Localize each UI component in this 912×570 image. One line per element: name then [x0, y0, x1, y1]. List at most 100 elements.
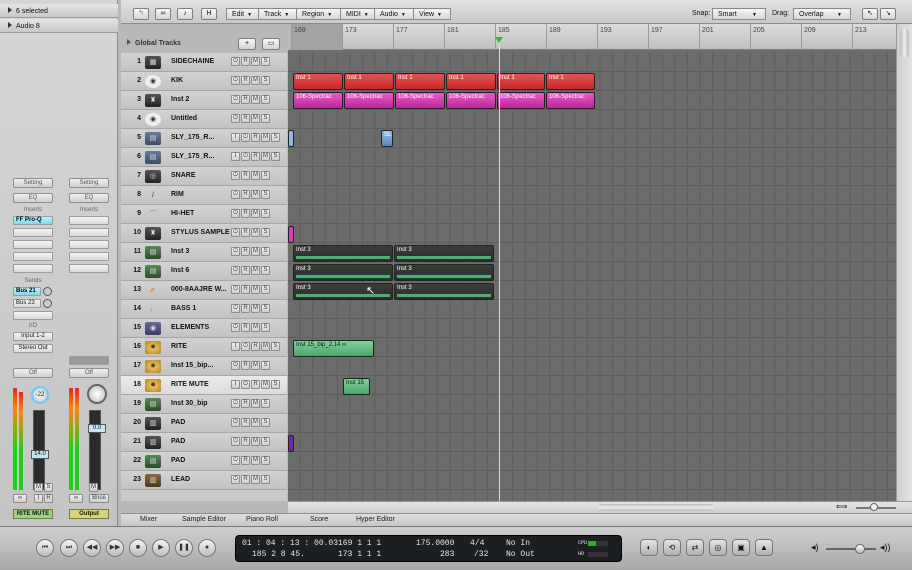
record-button[interactable]: R: [241, 323, 250, 332]
solo-button[interactable]: S: [261, 95, 270, 104]
power-button[interactable]: ⏻: [241, 380, 250, 389]
track-lane[interactable]: [288, 186, 896, 205]
midi-region[interactable]: Inst 1: [546, 73, 595, 90]
track-header[interactable]: 7 ◎ SNARE ⏻ R M S: [121, 167, 287, 186]
power-button[interactable]: ⏻: [231, 114, 240, 123]
track-lane[interactable]: [288, 376, 896, 395]
track-header[interactable]: 4 ◉ Untitled ⏻ R M S: [121, 110, 287, 129]
track-lane[interactable]: [288, 357, 896, 376]
solo-button[interactable]: S: [261, 323, 270, 332]
track-header[interactable]: 2 ◉ KIK ⏻ R M S: [121, 72, 287, 91]
track-lane[interactable]: [288, 53, 896, 72]
record-button[interactable]: R: [241, 171, 250, 180]
power-button[interactable]: ⏻: [231, 475, 240, 484]
insert-slot-2[interactable]: [69, 228, 109, 237]
record-button[interactable]: R: [241, 114, 250, 123]
input-monitor-button[interactable]: I: [231, 380, 240, 389]
fast-forward-icon[interactable]: ▶▶: [106, 539, 124, 557]
vertical-scrollbar[interactable]: [896, 24, 912, 501]
record-button[interactable]: R: [241, 475, 250, 484]
time-signature[interactable]: 4/4: [470, 539, 484, 548]
insert-slot-1[interactable]: [69, 216, 109, 225]
mute-button[interactable]: M: [251, 285, 260, 294]
sync-icon[interactable]: ▣: [732, 539, 750, 556]
menu-region[interactable]: Region ▼: [296, 8, 342, 20]
insert-slot-5[interactable]: [13, 264, 53, 273]
mute-button[interactable]: M: [251, 76, 260, 85]
send-slot-3[interactable]: [13, 311, 53, 320]
track-lane[interactable]: [288, 433, 896, 452]
midi-region[interactable]: Inst 1: [395, 73, 445, 90]
mute-button[interactable]: M: [261, 342, 270, 351]
power-button[interactable]: ⏻: [231, 456, 240, 465]
record-button[interactable]: R: [241, 228, 250, 237]
solo-button[interactable]: S: [261, 399, 270, 408]
midi-region[interactable]: 106-Spectrac: [293, 92, 343, 109]
record-button[interactable]: R: [241, 266, 250, 275]
record-button[interactable]: R: [241, 76, 250, 85]
solo-button[interactable]: S: [261, 475, 270, 484]
mute-button[interactable]: M: [251, 399, 260, 408]
setting-button[interactable]: Setting: [13, 178, 53, 188]
link-icon[interactable]: ∞: [69, 494, 83, 503]
record-button[interactable]: R: [251, 152, 260, 161]
record-button[interactable]: R: [251, 133, 260, 142]
input-monitor-button[interactable]: I: [34, 494, 43, 503]
solo-button[interactable]: S: [44, 483, 53, 492]
master-volume-slider[interactable]: [826, 548, 876, 550]
mute-button[interactable]: M: [34, 483, 43, 492]
region-fragment[interactable]: [288, 226, 294, 243]
playhead-marker-icon[interactable]: [495, 37, 503, 43]
rewind-icon[interactable]: ◀◀: [83, 539, 101, 557]
solo-button[interactable]: S: [261, 361, 270, 370]
record-button[interactable]: R: [241, 304, 250, 313]
tempo-display[interactable]: 175.0000: [416, 539, 454, 548]
selection-header[interactable]: 6 selected: [0, 4, 118, 18]
track-header[interactable]: 23 ▥ LEAD ⏻ R M S: [121, 471, 287, 490]
mute-button[interactable]: M: [251, 266, 260, 275]
track-lane[interactable]: [288, 471, 896, 490]
midi-region[interactable]: Inst 1: [344, 73, 394, 90]
region-fragment[interactable]: [288, 435, 294, 452]
output-slot[interactable]: [69, 356, 109, 365]
power-button[interactable]: ⏻: [231, 285, 240, 294]
tempo-secondary[interactable]: 283: [440, 550, 454, 559]
catch-button[interactable]: ↰: [133, 8, 149, 20]
power-button[interactable]: ⏻: [231, 418, 240, 427]
record-button[interactable]: R: [241, 437, 250, 446]
track-header[interactable]: 15 ◉ ELEMENTS ⏻ R M S: [121, 319, 287, 338]
solo-button[interactable]: S: [261, 418, 270, 427]
track-header[interactable]: 14 ♩ BASS 1 ⏻ R M S: [121, 300, 287, 319]
cycle-left-locator[interactable]: 169 1 1 1: [338, 539, 381, 548]
track-lane[interactable]: [288, 490, 896, 501]
power-button[interactable]: ⏻: [241, 342, 250, 351]
cycle-icon[interactable]: ⟲: [663, 539, 681, 556]
insert-slot-1[interactable]: FF Pro-Q: [13, 216, 53, 225]
record-button[interactable]: R: [241, 418, 250, 427]
track-header[interactable]: 20 ▥ PAD ⏻ R M S: [121, 414, 287, 433]
track-header[interactable]: 16 ✸ RITE I ⏻ R M S: [121, 338, 287, 357]
audio-region[interactable]: SL: [381, 130, 393, 147]
insert-slot-5[interactable]: [69, 264, 109, 273]
division-display[interactable]: /32: [474, 550, 488, 559]
link-icon[interactable]: ∞: [155, 8, 171, 20]
track-lane[interactable]: [288, 338, 896, 357]
pan-knob[interactable]: [87, 384, 107, 404]
record-button[interactable]: R: [241, 190, 250, 199]
solo-button[interactable]: S: [271, 342, 280, 351]
mute-button[interactable]: M: [251, 114, 260, 123]
solo-button[interactable]: S: [271, 133, 280, 142]
smpte-position[interactable]: 01 : 04 : 13 : 00.03: [242, 539, 338, 548]
bar-position[interactable]: 185 2 8 45.: [252, 550, 305, 559]
setting-button[interactable]: Setting: [69, 178, 109, 188]
output-slot[interactable]: Stereo Out: [13, 344, 53, 353]
tab-sample-editor[interactable]: Sample Editor: [182, 516, 226, 523]
menu-view[interactable]: View ▼: [413, 8, 451, 20]
insert-slot-2[interactable]: [13, 228, 53, 237]
solo-button[interactable]: S: [271, 380, 280, 389]
midi-region[interactable]: Inst 15_bip_2.14 ∞: [293, 340, 374, 357]
track-lane[interactable]: [288, 129, 896, 148]
solo-button[interactable]: S: [261, 114, 270, 123]
region-fragment[interactable]: [288, 130, 294, 147]
track-header[interactable]: 9 ⌒ HI-HET ⏻ R M S: [121, 205, 287, 224]
